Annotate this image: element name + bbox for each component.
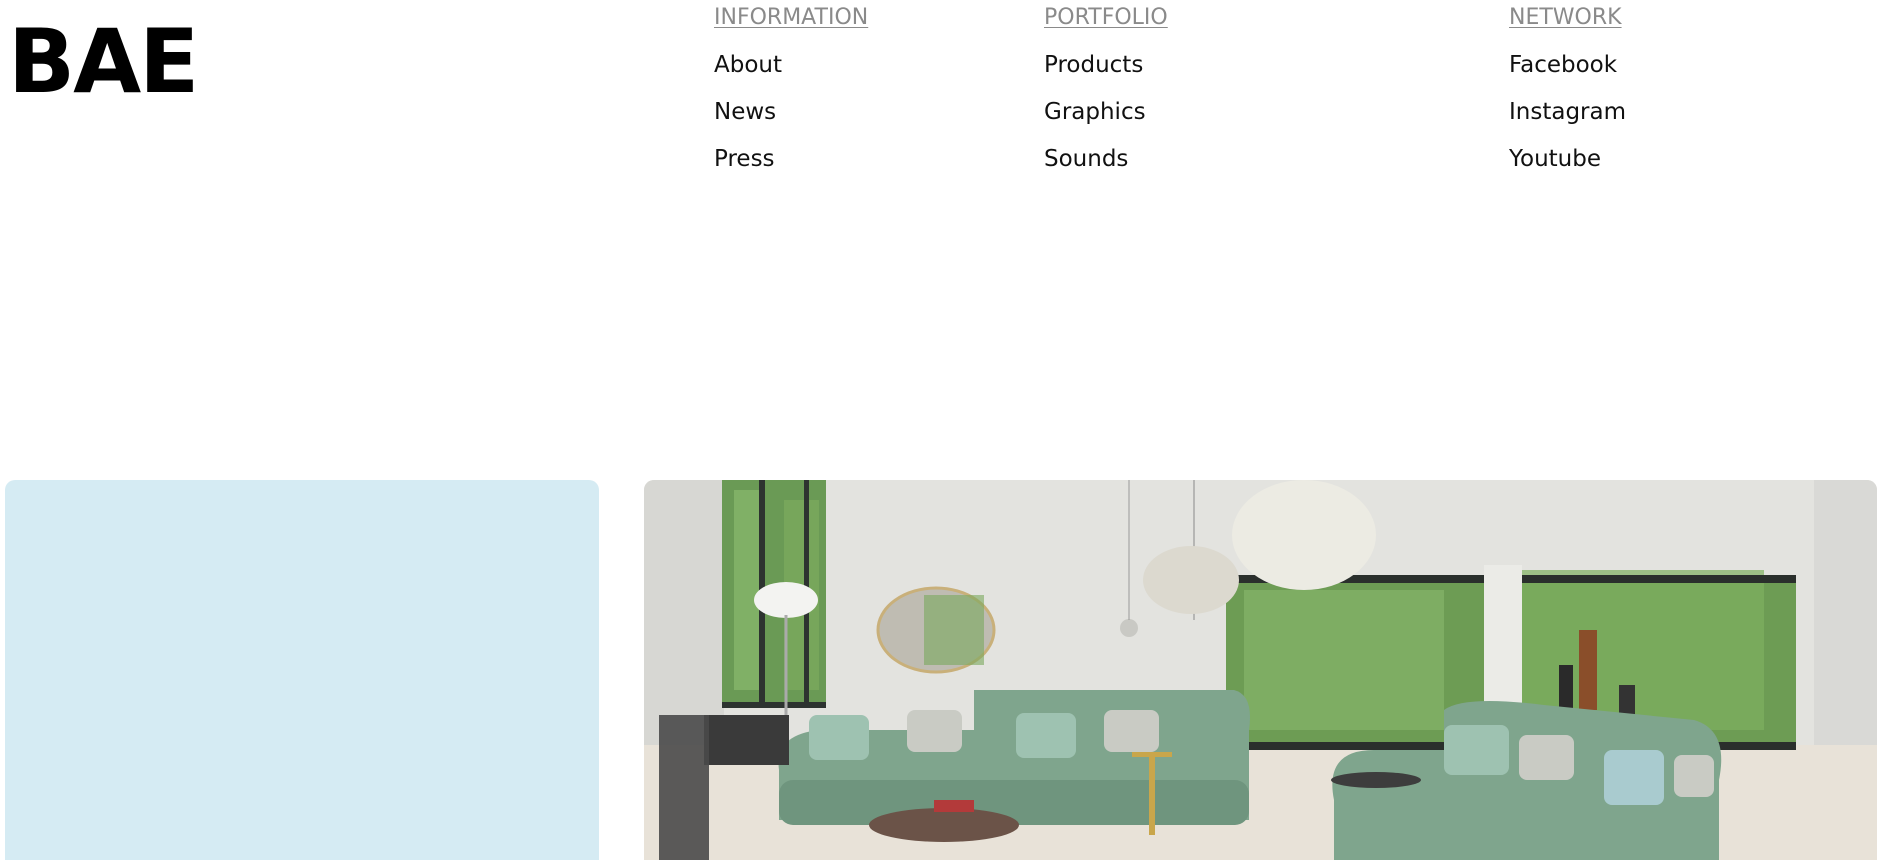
nav-column-network: NETWORK Facebook Instagram Youtube	[1509, 4, 1626, 192]
nav-link-products[interactable]: Products	[1044, 51, 1168, 79]
nav-link-sounds[interactable]: Sounds	[1044, 145, 1168, 173]
nav-link-instagram[interactable]: Instagram	[1509, 98, 1626, 126]
nav-link-youtube[interactable]: Youtube	[1509, 145, 1626, 173]
nav-heading-network[interactable]: NETWORK	[1509, 4, 1626, 32]
feature-card-blue[interactable]	[5, 480, 599, 860]
living-room-photo	[644, 480, 1877, 860]
nav-heading-portfolio[interactable]: PORTFOLIO	[1044, 4, 1168, 32]
nav-heading-information[interactable]: INFORMATION	[714, 4, 868, 32]
nav-link-press[interactable]: Press	[714, 145, 868, 173]
nav-link-graphics[interactable]: Graphics	[1044, 98, 1168, 126]
nav-link-about[interactable]: About	[714, 51, 868, 79]
nav-column-portfolio: PORTFOLIO Products Graphics Sounds	[1044, 4, 1168, 192]
nav-column-information: INFORMATION About News Press	[714, 4, 868, 192]
nav-link-news[interactable]: News	[714, 98, 868, 126]
feature-card-photo[interactable]	[644, 480, 1877, 860]
site-logo[interactable]: BAE	[8, 18, 199, 106]
nav-link-facebook[interactable]: Facebook	[1509, 51, 1626, 79]
